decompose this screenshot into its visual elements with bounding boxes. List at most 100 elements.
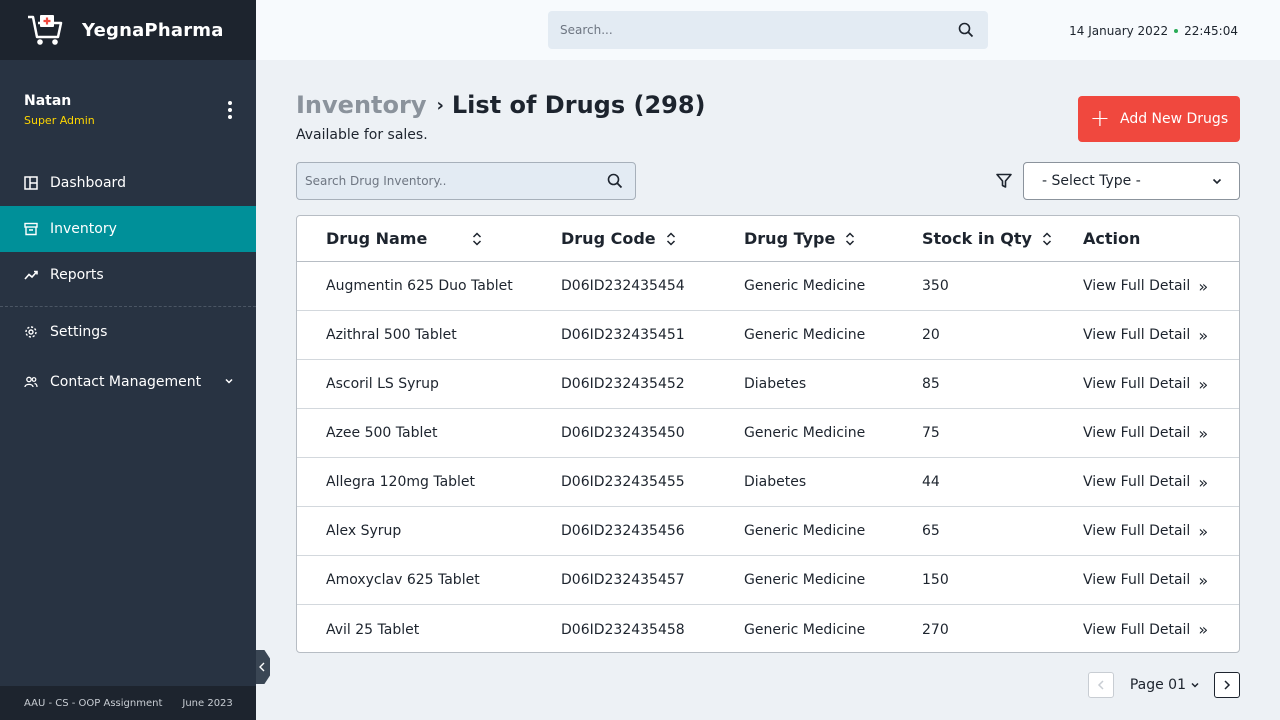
sidebar-item-reports[interactable]: Reports: [0, 252, 256, 298]
user-role: Super Admin: [24, 114, 95, 127]
sort-icon[interactable]: [1042, 231, 1052, 246]
cell-drug-code: D06ID232435454: [561, 278, 685, 294]
table-row: Azithral 500 Tablet D06ID232435451 Gener…: [297, 311, 1239, 360]
drug-type-select[interactable]: - Select Type -: [1023, 162, 1240, 200]
chevron-down-icon: [1191, 682, 1199, 688]
double-chevron-right-icon: »: [1198, 620, 1209, 639]
cell-drug-type: Generic Medicine: [744, 327, 866, 343]
header-action: Action: [1083, 229, 1141, 248]
table-header: Drug Name Drug Code Drug Type Stock in Q…: [297, 216, 1239, 262]
next-page-button[interactable]: [1214, 672, 1240, 698]
table-row: Allegra 120mg Tablet D06ID232435455 Diab…: [297, 458, 1239, 507]
gear-icon: [24, 325, 38, 339]
inventory-search-input[interactable]: [305, 174, 607, 188]
sidebar-item-label: Reports: [50, 267, 104, 283]
view-full-detail-link[interactable]: View Full Detail»: [1083, 522, 1239, 541]
view-full-detail-link[interactable]: View Full Detail»: [1083, 375, 1239, 394]
header-drug-code[interactable]: Drug Code: [561, 229, 744, 248]
table-row: Amoxyclav 625 Tablet D06ID232435457 Gene…: [297, 556, 1239, 605]
cell-drug-code: D06ID232435456: [561, 523, 685, 539]
double-chevron-right-icon: »: [1198, 276, 1209, 296]
header-drug-name[interactable]: Drug Name: [297, 229, 561, 248]
datetime: 14 January 2022 22:45:04: [1069, 24, 1238, 38]
sidebar-item-inventory[interactable]: Inventory: [0, 206, 256, 252]
dashboard-icon: [24, 176, 38, 190]
cell-drug-type: Generic Medicine: [744, 523, 866, 539]
add-new-drugs-label: Add New Drugs: [1119, 111, 1229, 127]
cell-drug-code: D06ID232435451: [561, 327, 685, 343]
sidebar-item-label: Contact Management: [50, 374, 202, 390]
cell-drug-code: D06ID232435458: [561, 621, 685, 638]
chevron-right-icon: [1224, 680, 1231, 690]
cell-drug-code: D06ID232435452: [561, 376, 685, 392]
view-full-detail-link[interactable]: View Full Detail»: [1083, 473, 1239, 492]
sort-icon[interactable]: [845, 231, 855, 246]
cell-stock-qty: 65: [922, 523, 940, 539]
double-chevron-right-icon: »: [1198, 325, 1209, 345]
table-row: Azee 500 Tablet D06ID232435450 Generic M…: [297, 409, 1239, 458]
double-chevron-right-icon: »: [1198, 570, 1209, 590]
sidebar-footer: AAU - CS - OOP Assignment June 2023: [0, 686, 256, 720]
cell-stock-qty: 150: [922, 572, 949, 588]
cell-stock-qty: 44: [922, 474, 940, 490]
brand[interactable]: YegnaPharma: [0, 0, 256, 60]
cell-drug-name: Alex Syrup: [326, 523, 402, 539]
cell-drug-name: Azee 500 Tablet: [326, 425, 438, 441]
view-full-detail-link[interactable]: View Full Detail»: [1083, 424, 1239, 443]
drug-type-select-value: - Select Type -: [1042, 173, 1141, 189]
user-profile: Natan Super Admin: [0, 60, 256, 160]
footer-course: AAU - CS - OOP Assignment: [24, 697, 163, 709]
more-options-icon[interactable]: [224, 97, 236, 123]
footer-date: June 2023: [182, 697, 233, 709]
cell-drug-name: Ascoril LS Syrup: [326, 376, 439, 392]
cell-stock-qty: 20: [922, 327, 940, 343]
global-search-input[interactable]: [560, 23, 958, 37]
sidebar-item-settings[interactable]: Settings: [0, 309, 256, 355]
cell-drug-type: Generic Medicine: [744, 572, 866, 588]
current-time: 22:45:04: [1184, 24, 1238, 38]
sort-icon[interactable]: [472, 231, 482, 246]
header-drug-type[interactable]: Drug Type: [744, 229, 922, 248]
sidebar-divider: [0, 306, 256, 307]
sidebar-item-label: Settings: [50, 324, 108, 340]
cell-drug-code: D06ID232435450: [561, 425, 685, 441]
cell-drug-type: Generic Medicine: [744, 425, 866, 441]
prev-page-button[interactable]: [1087, 672, 1114, 698]
topbar: 14 January 2022 22:45:04: [256, 0, 1280, 60]
cell-stock-qty: 350: [922, 278, 949, 294]
cell-drug-code: D06ID232435455: [561, 474, 685, 490]
sidebar-nav: Dashboard Inventory Reports Settings Con…: [0, 160, 256, 409]
search-icon[interactable]: [958, 22, 974, 38]
filter-icon[interactable]: [995, 172, 1013, 190]
sidebar-item-dashboard[interactable]: Dashboard: [0, 160, 256, 206]
cell-drug-code: D06ID232435457: [561, 572, 685, 588]
header-stock-qty[interactable]: Stock in Qty: [922, 229, 1083, 248]
table-row: Avil 25 Tablet D06ID232435458 Generic Me…: [297, 605, 1239, 652]
current-date: 14 January 2022: [1069, 24, 1169, 38]
cell-drug-name: Augmentin 625 Duo Tablet: [326, 278, 513, 294]
cell-drug-type: Diabetes: [744, 376, 807, 392]
trend-line-icon: [24, 268, 38, 282]
sidebar-item-label: Inventory: [50, 221, 117, 237]
users-icon: [24, 375, 38, 389]
table-row: Ascoril LS Syrup D06ID232435452 Diabetes…: [297, 360, 1239, 409]
view-full-detail-link[interactable]: View Full Detail»: [1083, 326, 1239, 345]
search-icon[interactable]: [607, 173, 623, 189]
sidebar-collapse-button[interactable]: [256, 650, 270, 684]
view-full-detail-link[interactable]: View Full Detail»: [1083, 277, 1239, 296]
add-new-drugs-button[interactable]: + Add New Drugs: [1078, 96, 1240, 142]
sidebar-item-contact-management[interactable]: Contact Management: [0, 355, 256, 409]
status-dot: [1174, 29, 1179, 33]
page-select[interactable]: Page 01: [1130, 677, 1200, 693]
view-full-detail-link[interactable]: View Full Detail»: [1083, 620, 1239, 639]
view-full-detail-link[interactable]: View Full Detail»: [1083, 571, 1239, 590]
sidebar-item-label: Dashboard: [50, 175, 126, 191]
cell-drug-type: Diabetes: [744, 474, 807, 490]
brand-name: YegnaPharma: [82, 19, 224, 41]
global-search: [548, 11, 988, 49]
sort-icon[interactable]: [666, 231, 676, 246]
inventory-search: [296, 162, 636, 200]
breadcrumb-inventory[interactable]: Inventory: [296, 91, 426, 119]
double-chevron-right-icon: »: [1198, 374, 1209, 394]
double-chevron-right-icon: »: [1198, 472, 1209, 492]
